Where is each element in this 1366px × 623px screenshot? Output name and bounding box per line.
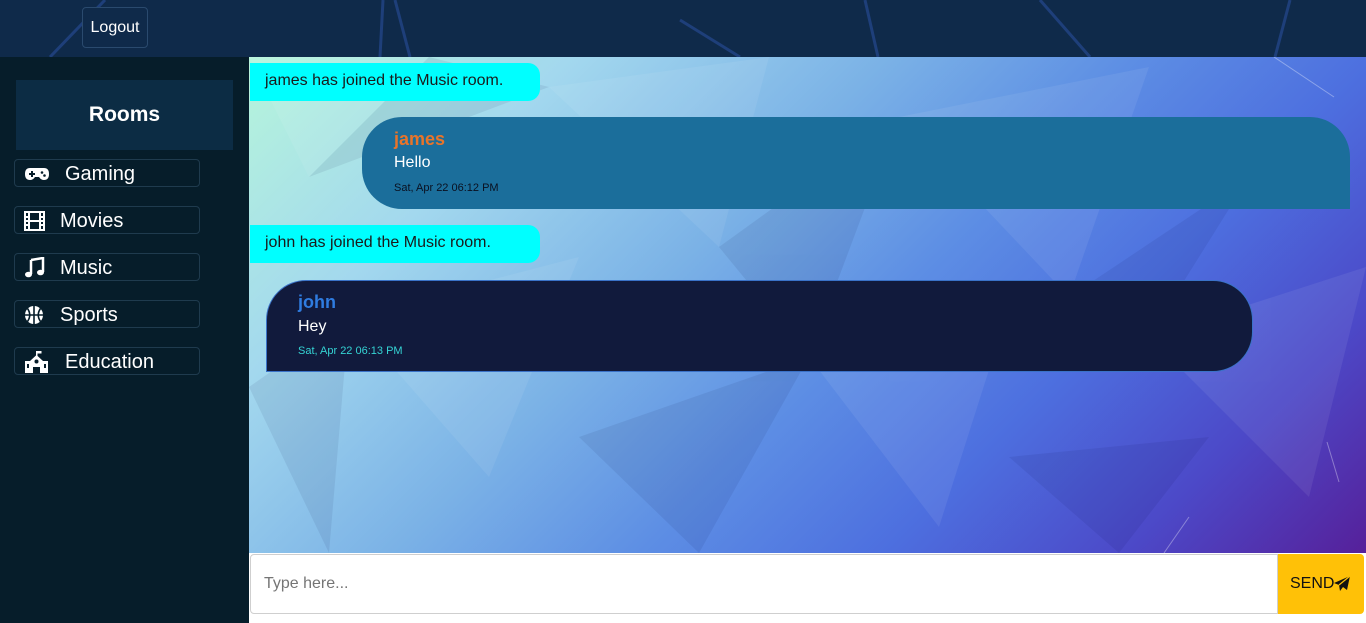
- send-label: SEND: [1290, 575, 1335, 592]
- room-item-movies[interactable]: Movies: [14, 206, 200, 234]
- rooms-sidebar: Rooms Gaming Movies Music Sports Educati…: [0, 57, 249, 623]
- top-navbar: Logout: [0, 0, 1366, 57]
- room-label-education: Education: [65, 351, 154, 373]
- film-icon: [24, 211, 45, 231]
- system-message: john has joined the Music room.: [250, 225, 540, 263]
- message-text: Hey: [298, 318, 327, 335]
- message-bubble-received: john Hey Sat, Apr 22 06:13 PM: [266, 280, 1253, 372]
- message-timestamp: Sat, Apr 22 06:12 PM: [394, 182, 499, 194]
- message-author: james: [394, 129, 446, 149]
- header-background-pattern: [48, 0, 1292, 57]
- music-icon: [25, 257, 45, 278]
- message-composer: SEND: [249, 553, 1366, 623]
- message-timestamp: Sat, Apr 22 06:13 PM: [298, 345, 403, 357]
- send-button[interactable]: SEND: [1278, 554, 1364, 614]
- school-icon: [25, 351, 48, 373]
- room-label-sports: Sports: [60, 304, 118, 326]
- paper-plane-icon: [1334, 575, 1351, 591]
- room-item-education[interactable]: Education: [14, 347, 200, 375]
- room-item-sports[interactable]: Sports: [14, 300, 200, 328]
- room-item-music[interactable]: Music: [14, 253, 200, 281]
- basketball-icon: [25, 306, 43, 324]
- message-bubble-sent: james Hello Sat, Apr 22 06:12 PM: [362, 117, 1350, 209]
- room-label-gaming: Gaming: [65, 163, 136, 185]
- room-label-movies: Movies: [60, 210, 124, 232]
- rooms-heading: Rooms: [16, 80, 233, 150]
- chat-messages-area[interactable]: james has joined the Music room. james H…: [249, 57, 1366, 553]
- message-input[interactable]: [250, 554, 1278, 614]
- room-item-gaming[interactable]: Gaming: [14, 159, 200, 187]
- system-message: james has joined the Music room.: [250, 63, 540, 101]
- logout-button[interactable]: Logout: [82, 7, 148, 48]
- message-text: Hello: [394, 154, 431, 171]
- gamepad-icon: [25, 168, 49, 180]
- room-label-music: Music: [60, 257, 113, 279]
- message-author: john: [298, 292, 336, 312]
